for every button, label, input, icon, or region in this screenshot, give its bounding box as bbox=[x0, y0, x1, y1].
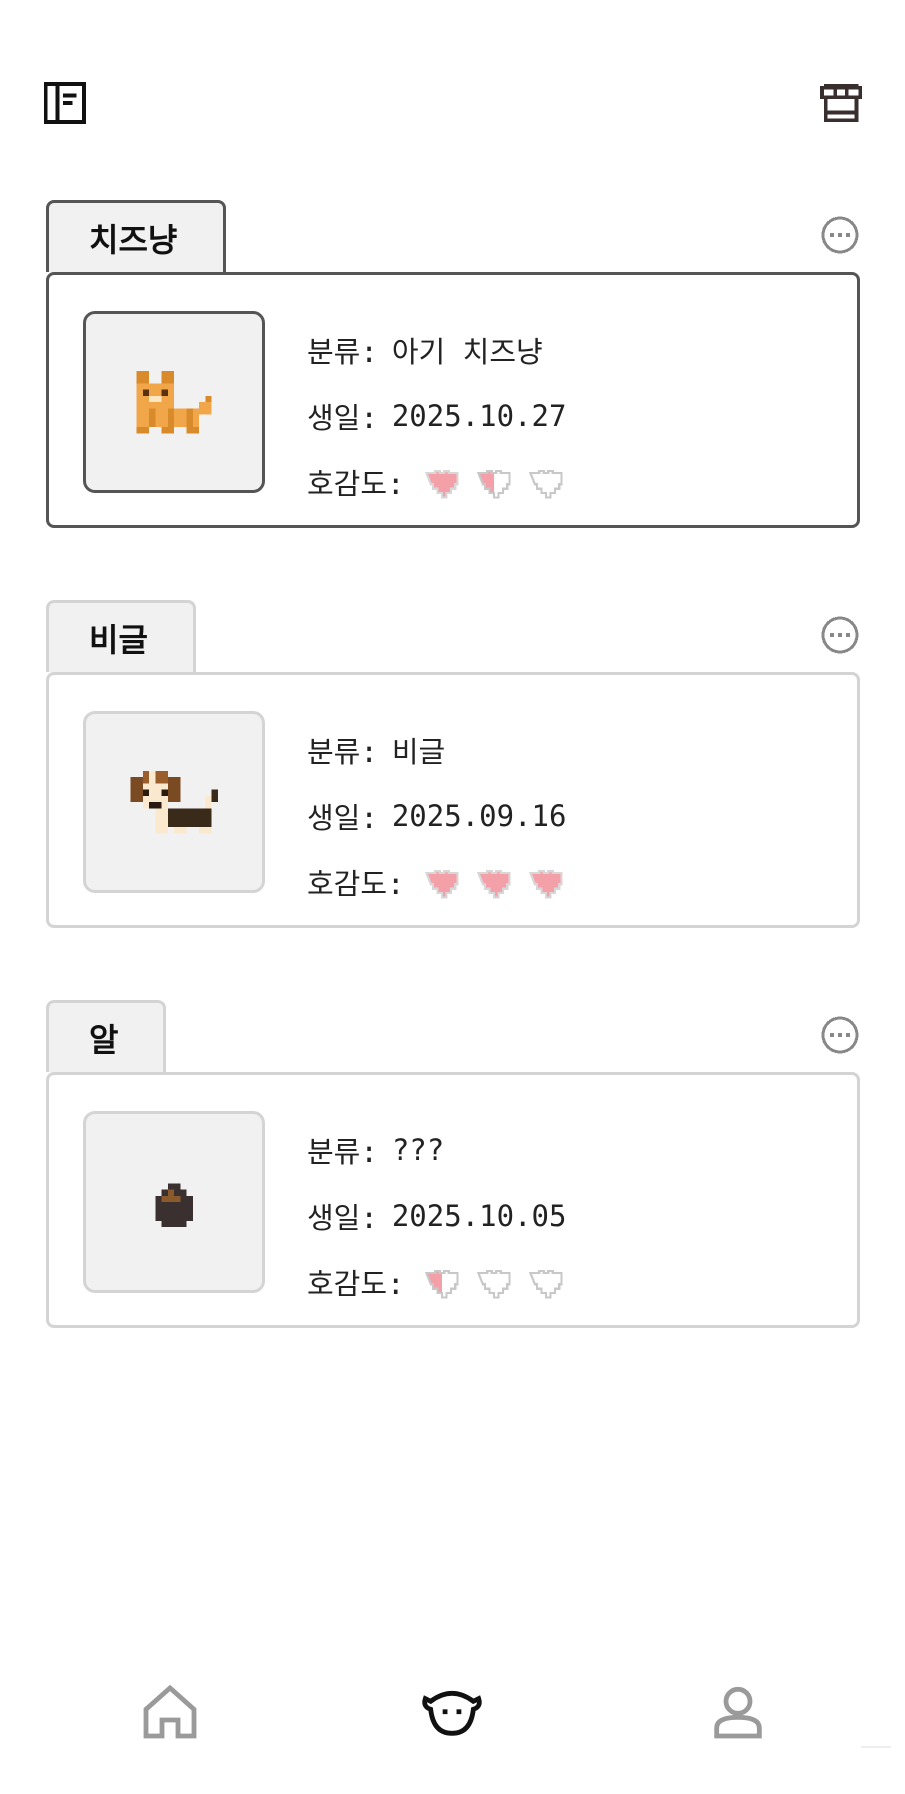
birthday-row: 생일: 2025.10.05 bbox=[307, 1183, 569, 1249]
pet-portrait bbox=[83, 311, 265, 493]
bottom-nav bbox=[0, 1660, 905, 1770]
heart-icon-empty bbox=[523, 462, 569, 502]
pet-card[interactable]: 치즈냥 분류: 아기 치즈냥 생일: 2025.10.27 호감도: bbox=[46, 200, 860, 530]
affinity-label: 호감도: bbox=[307, 867, 405, 901]
pet-name: 알 bbox=[89, 1020, 119, 1059]
more-options-button[interactable] bbox=[820, 215, 860, 255]
category-row: 분류: 비글 bbox=[307, 717, 569, 783]
category-label: 분류: bbox=[307, 735, 378, 769]
pet-info-panel: 분류: ??? 생일: 2025.10.05 호감도: bbox=[46, 1072, 860, 1328]
more-options-button[interactable] bbox=[820, 615, 860, 655]
pet-name: 치즈냥 bbox=[89, 220, 178, 259]
heart-icon-full bbox=[471, 862, 517, 902]
heart-icon-empty bbox=[523, 1262, 569, 1302]
pet-card[interactable]: 비글 분류: 비글 생일: 2025.09.16 호감도: bbox=[46, 600, 860, 930]
pet-name-tab[interactable]: 알 bbox=[46, 1000, 166, 1072]
affinity-hearts bbox=[419, 462, 569, 502]
heart-icon-full bbox=[419, 462, 465, 502]
birthday-row: 생일: 2025.09.16 bbox=[307, 783, 569, 849]
pet-portrait bbox=[83, 1111, 265, 1293]
pet-face-icon[interactable] bbox=[420, 1680, 484, 1744]
heart-icon-half bbox=[419, 1262, 465, 1302]
notebook-icon[interactable] bbox=[42, 80, 88, 126]
birthday-value: 2025.10.05 bbox=[391, 1199, 567, 1233]
heart-icon-full bbox=[523, 862, 569, 902]
category-value: ??? bbox=[391, 1133, 445, 1167]
affinity-hearts bbox=[419, 1262, 569, 1302]
birthday-label: 생일: bbox=[307, 401, 378, 435]
egg-sprite bbox=[155, 1183, 193, 1227]
home-indicator bbox=[861, 1746, 891, 1748]
pet-portrait bbox=[83, 711, 265, 893]
category-value: 아기 치즈냥 bbox=[391, 335, 543, 369]
affinity-label: 호감도: bbox=[307, 467, 405, 501]
pet-card[interactable]: 알 분류: ??? 생일: 2025.10.05 호감도: bbox=[46, 1000, 860, 1330]
orange-kitten-sprite bbox=[136, 370, 212, 434]
beagle-puppy-sprite bbox=[130, 770, 218, 834]
affinity-row: 호감도: bbox=[307, 849, 569, 915]
pet-info-panel: 분류: 아기 치즈냥 생일: 2025.10.27 호감도: bbox=[46, 272, 860, 528]
affinity-label: 호감도: bbox=[307, 1267, 405, 1301]
birthday-value: 2025.10.27 bbox=[391, 399, 567, 433]
category-row: 분류: ??? bbox=[307, 1117, 569, 1183]
birthday-label: 생일: bbox=[307, 1201, 378, 1235]
pet-name: 비글 bbox=[89, 620, 148, 659]
birthday-label: 생일: bbox=[307, 801, 378, 835]
category-row: 분류: 아기 치즈냥 bbox=[307, 317, 569, 383]
affinity-row: 호감도: bbox=[307, 449, 569, 515]
home-icon[interactable] bbox=[138, 1680, 202, 1744]
affinity-hearts bbox=[419, 862, 569, 902]
heart-icon-half bbox=[471, 462, 517, 502]
heart-icon-full bbox=[419, 862, 465, 902]
shop-icon[interactable] bbox=[818, 80, 864, 126]
heart-icon-empty bbox=[471, 1262, 517, 1302]
category-value: 비글 bbox=[391, 735, 446, 769]
pet-info-panel: 분류: 비글 생일: 2025.09.16 호감도: bbox=[46, 672, 860, 928]
category-label: 분류: bbox=[307, 335, 378, 369]
birthday-value: 2025.09.16 bbox=[391, 799, 567, 833]
category-label: 분류: bbox=[307, 1135, 378, 1169]
more-options-button[interactable] bbox=[820, 1015, 860, 1055]
affinity-row: 호감도: bbox=[307, 1249, 569, 1315]
birthday-row: 생일: 2025.10.27 bbox=[307, 383, 569, 449]
pet-name-tab[interactable]: 비글 bbox=[46, 600, 196, 672]
pet-name-tab[interactable]: 치즈냥 bbox=[46, 200, 226, 272]
profile-icon[interactable] bbox=[706, 1680, 770, 1744]
